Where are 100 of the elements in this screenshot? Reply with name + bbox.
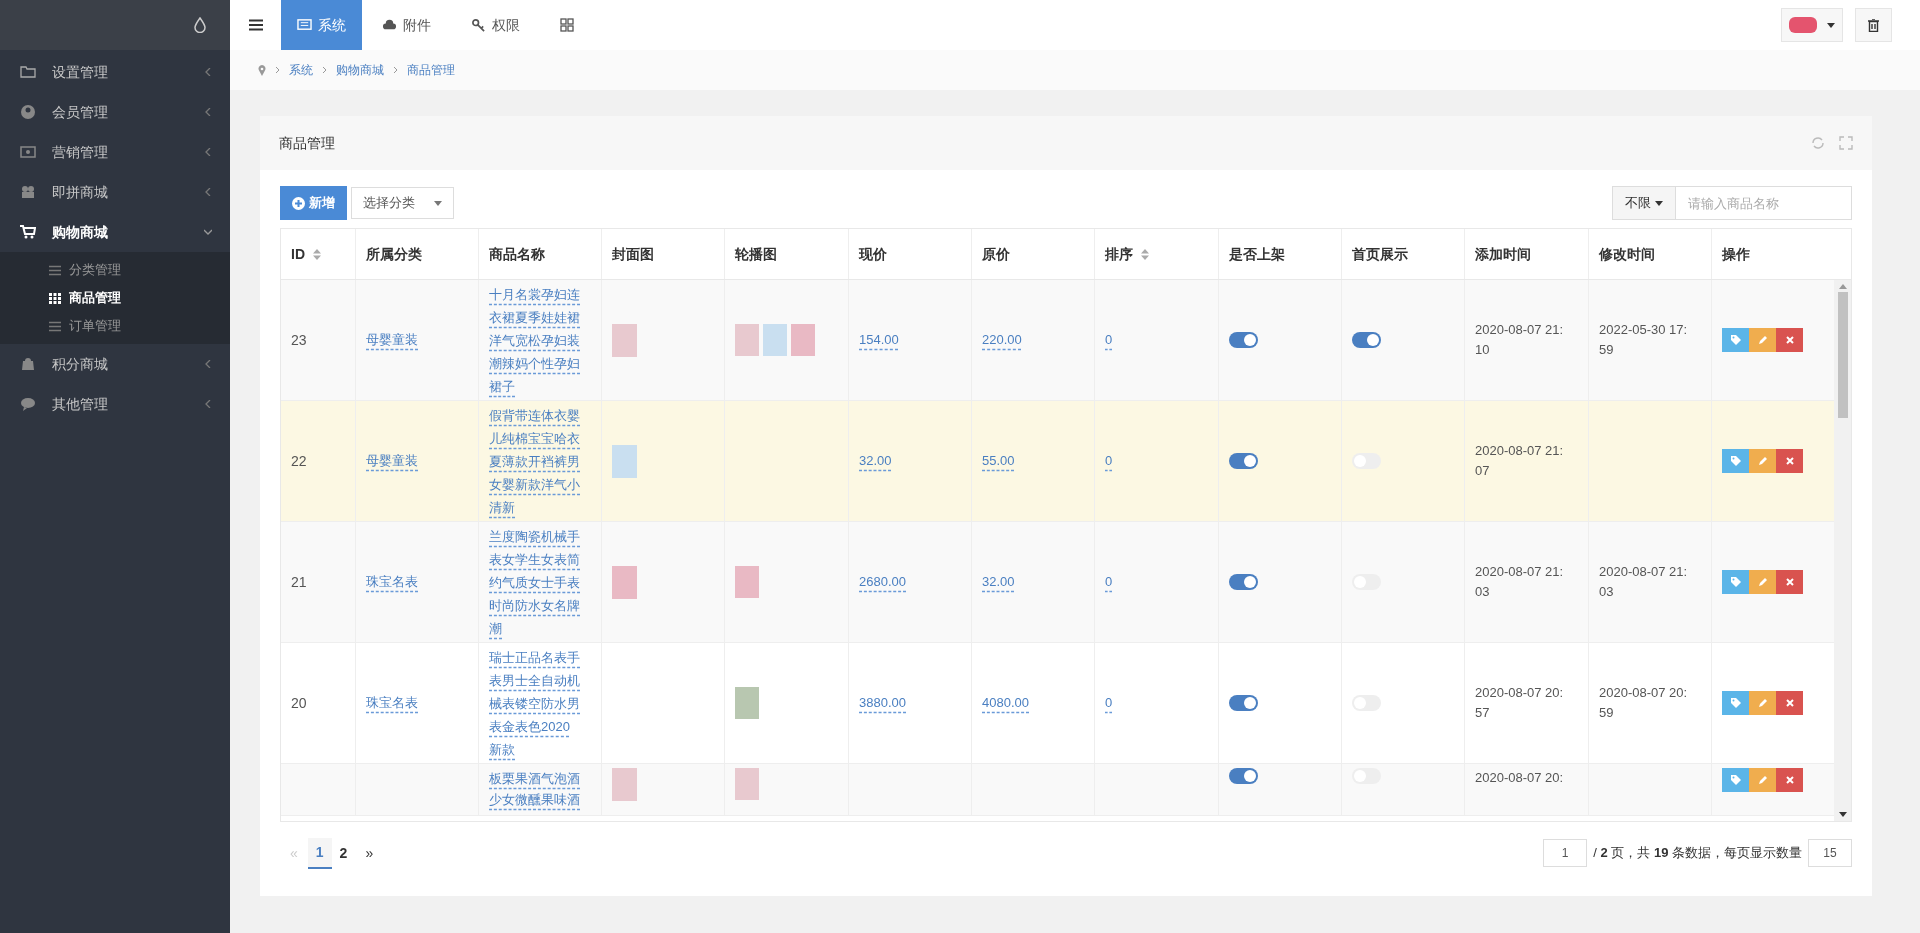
edit-button[interactable] [1749, 570, 1776, 594]
link-text[interactable]: 表金表色2020 [489, 714, 570, 738]
delete-button[interactable] [1776, 570, 1803, 594]
add-button[interactable]: 新增 [280, 186, 347, 220]
price-button[interactable] [1722, 691, 1749, 715]
link-text[interactable]: 女婴新款洋气小 [489, 472, 580, 496]
link-text[interactable]: 洋气宽松孕妇装 [489, 328, 580, 352]
link-text[interactable]: 假背带连体衣婴 [489, 403, 580, 427]
edit-button[interactable] [1749, 691, 1776, 715]
grid-icon[interactable] [560, 18, 574, 32]
breadcrumb-link[interactable]: 系统 [289, 61, 313, 79]
link-text[interactable]: 表女学生女表简 [489, 547, 580, 571]
link-text[interactable]: 裙子 [489, 374, 515, 398]
edit-button[interactable] [1749, 328, 1776, 352]
page-input[interactable]: 1 [1543, 839, 1588, 867]
toggle-switch[interactable] [1229, 453, 1258, 469]
link-text[interactable]: 时尚防水女名牌 [489, 593, 580, 617]
toggle-switch[interactable] [1229, 332, 1258, 348]
page-size-input[interactable]: 15 [1808, 839, 1852, 867]
delete-button[interactable] [1776, 691, 1803, 715]
link-text[interactable]: 儿纯棉宝宝哈衣 [489, 426, 580, 450]
toggle-switch[interactable] [1229, 768, 1258, 784]
link-text[interactable]: 新款 [489, 737, 515, 761]
table-row[interactable]: 23 母婴童装 十月名裳孕妇连 衣裙夏季娃娃裙 洋气宽松孕妇装 潮辣妈个性孕妇 裙子 154.00 220.00 0 2020-08-07 21: 10 2022-05-30 17: 59 [281, 280, 1834, 401]
link-text[interactable]: 2680.00 [859, 572, 906, 592]
nav-tab[interactable]: 权限 [455, 0, 536, 50]
filter-dropdown[interactable]: 不限 [1612, 186, 1676, 220]
table-row[interactable]: 21 珠宝名表 兰度陶瓷机械手 表女学生女表简 约气质女士手表 时尚防水女名牌 潮 2680.00 32.00 0 2020-08-07 21: 03 2020-08-07 21: 03 [281, 522, 1834, 643]
scroll-down-icon[interactable] [1838, 812, 1847, 817]
sidebar-item[interactable]: 其他管理 [0, 384, 230, 424]
trash-button[interactable] [1855, 8, 1892, 42]
page-link[interactable]: 1 [307, 837, 332, 869]
link-text[interactable]: 4080.00 [982, 693, 1029, 713]
toggle-switch[interactable] [1229, 695, 1258, 711]
toggle-switch[interactable] [1229, 574, 1258, 590]
submenu-item[interactable]: 商品管理 [0, 284, 230, 312]
category-select[interactable]: 选择分类 [351, 187, 454, 219]
column-header[interactable]: 排序 [1105, 243, 1133, 265]
price-button[interactable] [1722, 768, 1749, 792]
link-text[interactable]: 3880.00 [859, 693, 906, 713]
breadcrumb-link[interactable]: 购物商城 [336, 61, 384, 79]
toggle-switch[interactable] [1352, 453, 1381, 469]
link-text[interactable]: 约气质女士手表 [489, 570, 580, 594]
link-text[interactable]: 兰度陶瓷机械手 [489, 524, 580, 548]
delete-button[interactable] [1776, 768, 1803, 792]
link-text[interactable]: 0 [1105, 330, 1113, 350]
link-text[interactable]: 0 [1105, 572, 1113, 592]
fullscreen-icon[interactable] [1839, 136, 1853, 150]
drop-icon[interactable] [194, 17, 206, 33]
sidebar-item[interactable]: 即拼商城 [0, 172, 230, 212]
link-text[interactable]: 母婴童装 [366, 451, 418, 471]
edit-button[interactable] [1749, 449, 1776, 473]
table-row[interactable]: 22 母婴童装 假背带连体衣婴 儿纯棉宝宝哈衣 夏薄款开裆裤男 女婴新款洋气小 清新 32.00 55.00 0 2020-08-07 21: 07 [281, 401, 1834, 522]
refresh-icon[interactable] [1811, 136, 1825, 150]
toggle-switch[interactable] [1352, 332, 1381, 348]
scrollbar-thumb[interactable] [1837, 292, 1848, 418]
link-text[interactable]: 清新 [489, 495, 515, 519]
link-text[interactable]: 珠宝名表 [366, 693, 418, 713]
link-text[interactable]: 衣裙夏季娃娃裙 [489, 305, 580, 329]
user-dropdown[interactable] [1781, 8, 1843, 42]
link-text[interactable]: 珠宝名表 [366, 572, 418, 592]
delete-button[interactable] [1776, 328, 1803, 352]
sidebar-item[interactable]: 积分商城 [0, 344, 230, 384]
link-text[interactable]: 154.00 [859, 330, 899, 350]
search-field[interactable]: 请输入商品名称 [1676, 186, 1852, 220]
scroll-up-icon[interactable] [1838, 284, 1847, 289]
menu-icon[interactable] [249, 19, 263, 31]
nav-tab[interactable]: 系统 [281, 0, 362, 50]
link-text[interactable]: 55.00 [982, 451, 1015, 471]
link-text[interactable]: 0 [1105, 693, 1113, 713]
link-text[interactable]: 瑞士正品名表手 [489, 645, 580, 669]
sidebar-item[interactable]: 营销管理 [0, 132, 230, 172]
nav-tab[interactable]: 附件 [366, 0, 447, 50]
link-text[interactable]: 220.00 [982, 330, 1022, 350]
submenu-item[interactable]: 订单管理 [0, 312, 230, 340]
link-text[interactable]: 板栗果酒气泡酒 [489, 768, 580, 789]
link-text[interactable]: 潮辣妈个性孕妇 [489, 351, 580, 375]
sidebar-item[interactable]: 购物商城 [0, 212, 230, 252]
price-button[interactable] [1722, 328, 1749, 352]
price-button[interactable] [1722, 449, 1749, 473]
link-text[interactable]: 十月名裳孕妇连 [489, 282, 580, 306]
sort-icon[interactable] [313, 248, 321, 260]
table-row[interactable]: 20 珠宝名表 瑞士正品名表手 表男士全自动机 械表镂空防水男 表金表色2020 新款 3880.00 4080.00 0 2020-08-07 20: 57 2020-08-07 20: 59 [281, 643, 1834, 764]
link-text[interactable]: 少女微醺果味酒 [489, 789, 580, 810]
scrollbar[interactable] [1834, 280, 1851, 821]
page-link[interactable]: 2 [331, 838, 356, 868]
link-text[interactable]: 32.00 [982, 572, 1015, 592]
table-row[interactable]: 板栗果酒气泡酒 少女微醺果味酒 2020-08-07 20: [281, 764, 1834, 816]
sort-icon[interactable] [1141, 248, 1149, 260]
link-text[interactable]: 夏薄款开裆裤男 [489, 449, 580, 473]
sidebar-item[interactable]: 设置管理 [0, 52, 230, 92]
edit-button[interactable] [1749, 768, 1776, 792]
column-header[interactable]: ID [291, 243, 305, 265]
link-text[interactable]: 32.00 [859, 451, 892, 471]
link-text[interactable]: 潮 [489, 616, 502, 640]
link-text[interactable]: 0 [1105, 451, 1113, 471]
submenu-item[interactable]: 分类管理 [0, 256, 230, 284]
delete-button[interactable] [1776, 449, 1803, 473]
next-page-link[interactable]: » [355, 842, 384, 864]
link-text[interactable]: 表男士全自动机 [489, 668, 580, 692]
